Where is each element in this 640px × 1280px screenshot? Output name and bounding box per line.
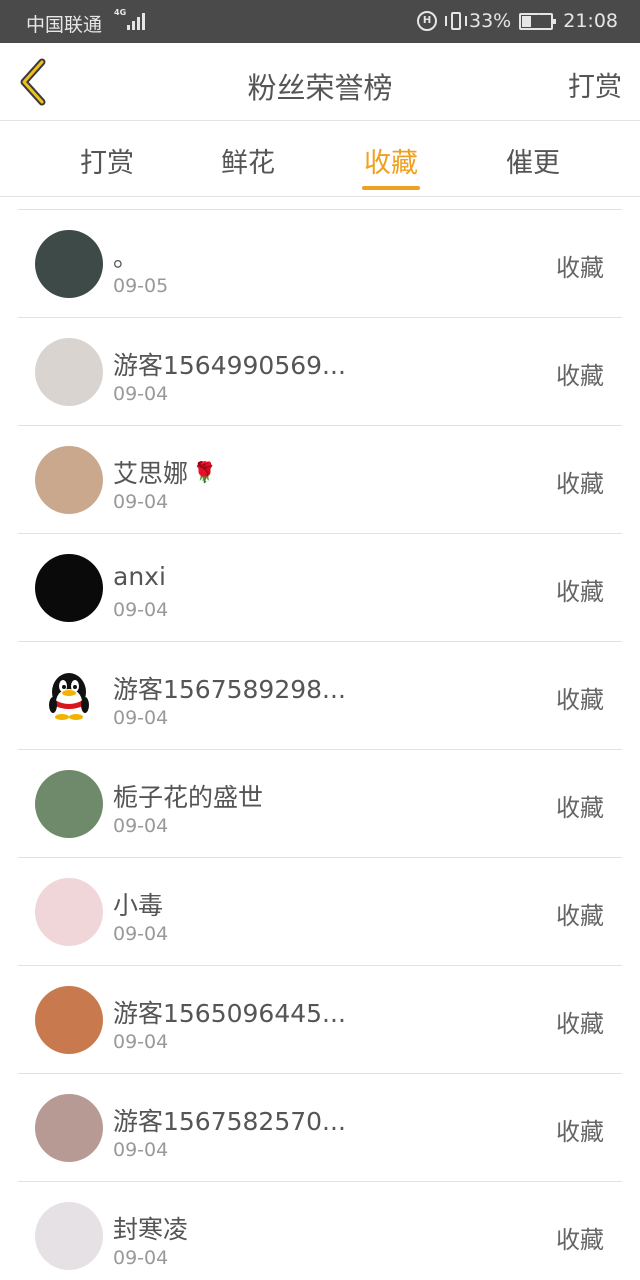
list-item[interactable]: 游客1567589298... 09-04 收藏: [18, 642, 622, 750]
clock: 21:08: [563, 10, 618, 32]
date: 09-04: [113, 1247, 169, 1269]
avatar: [35, 1202, 103, 1270]
penguin-icon: [35, 662, 103, 730]
date: 09-04: [113, 923, 169, 945]
avatar: [35, 1094, 103, 1162]
action-label: 收藏: [556, 578, 604, 606]
user-name: 栀子花的盛世: [113, 783, 264, 812]
user-name: 游客1565096445...: [113, 999, 346, 1028]
user-name: 游客1567589298...: [113, 675, 346, 704]
date: 09-04: [113, 1031, 169, 1053]
list-item[interactable]: 小毒 09-04 收藏: [18, 858, 622, 966]
list-item[interactable]: 。 09-05 收藏: [18, 210, 622, 318]
date: 09-04: [113, 1139, 169, 1161]
list-item[interactable]: 游客1567582570... 09-04 收藏: [18, 1074, 622, 1182]
user-name: 游客1567582570...: [113, 1107, 346, 1136]
hd-icon: H: [417, 11, 437, 31]
list-item[interactable]: 游客1565096445... 09-04 收藏: [18, 966, 622, 1074]
network-type: 4G: [114, 8, 127, 17]
action-label: 收藏: [556, 686, 604, 714]
tab-bar: 打赏 鲜花 收藏 催更: [0, 121, 640, 197]
reward-button[interactable]: 打赏: [568, 65, 622, 104]
date: 09-04: [113, 707, 169, 729]
date: 09-04: [113, 491, 169, 513]
date: 09-05: [113, 275, 169, 297]
action-label: 收藏: [556, 470, 604, 498]
list-item[interactable]: 游客1564990569... 09-04 收藏: [18, 318, 622, 426]
fan-list: 。 09-05 收藏 游客1564990569... 09-04 收藏 艾思娜 🌹…: [18, 209, 622, 1280]
action-label: 收藏: [556, 254, 604, 282]
avatar: [35, 770, 103, 838]
header: 粉丝荣誉榜 打赏: [0, 43, 640, 121]
action-label: 收藏: [556, 362, 604, 390]
user-name: 。: [113, 243, 139, 272]
avatar: [35, 554, 103, 622]
user-name: 封寒凌: [113, 1215, 189, 1244]
battery-icon: ⚡: [519, 12, 557, 30]
date: 09-04: [113, 599, 169, 621]
user-name: anxi: [113, 562, 166, 591]
action-label: 收藏: [556, 1118, 604, 1146]
avatar: [35, 446, 103, 514]
list-item[interactable]: 栀子花的盛世 09-04 收藏: [18, 750, 622, 858]
battery-percent: 33%: [469, 10, 512, 32]
carrier-name: 中国联通: [26, 14, 103, 36]
tab-urge-update[interactable]: 催更: [483, 141, 583, 191]
signal-icon: [127, 13, 147, 30]
avatar: [35, 338, 103, 406]
tab-flowers[interactable]: 鲜花: [198, 141, 298, 191]
list-item[interactable]: anxi 09-04 收藏: [18, 534, 622, 642]
date: 09-04: [113, 383, 169, 405]
user-name: 游客1564990569...: [113, 351, 346, 380]
action-label: 收藏: [556, 1226, 604, 1254]
rose-icon: 🌹: [192, 460, 217, 484]
date: 09-04: [113, 815, 169, 837]
page-title: 粉丝荣誉榜: [247, 71, 393, 105]
tab-favorites[interactable]: 收藏: [341, 141, 441, 191]
list-item[interactable]: 艾思娜 🌹 09-04 收藏: [18, 426, 622, 534]
action-label: 收藏: [556, 1010, 604, 1038]
tab-reward[interactable]: 打赏: [57, 141, 157, 191]
avatar: [35, 230, 103, 298]
vibrate-icon: [445, 11, 467, 31]
list-item[interactable]: 封寒凌 09-04 收藏: [18, 1182, 622, 1280]
user-name: 艾思娜 🌹: [113, 459, 217, 488]
avatar: [35, 878, 103, 946]
status-bar: 中国联通 4G H 33% ⚡ 21:08: [0, 0, 640, 43]
user-name: 小毒: [113, 891, 164, 920]
avatar: [35, 986, 103, 1054]
active-tab-indicator: [362, 186, 420, 190]
action-label: 收藏: [556, 902, 604, 930]
action-label: 收藏: [556, 794, 604, 822]
